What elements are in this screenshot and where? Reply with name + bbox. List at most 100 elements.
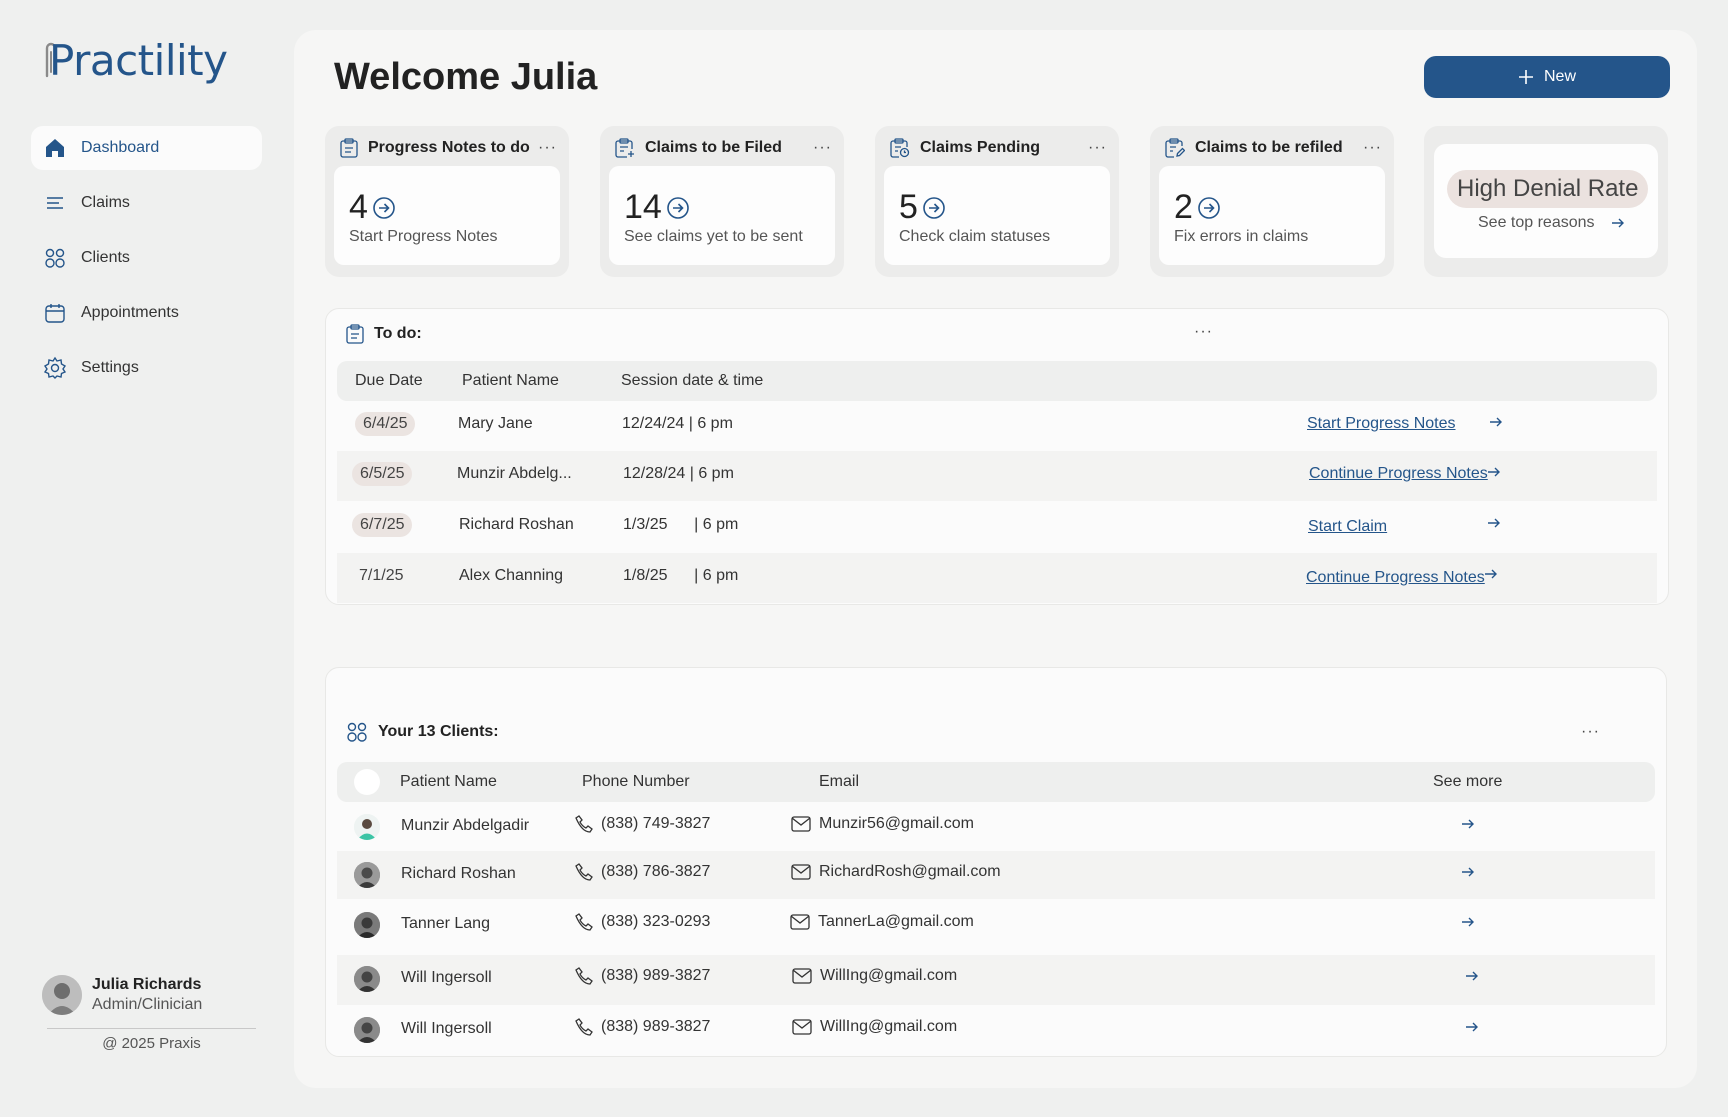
see-top-reasons-link[interactable]: See top reasons (1478, 214, 1625, 232)
arrow-right-icon[interactable] (1489, 416, 1503, 428)
profile-name: Julia Richards (92, 976, 202, 993)
column-header: Due Date (355, 372, 423, 389)
sidebar: Practility Dashboard Claims Clients Appo… (0, 0, 294, 1117)
client-name: Will Ingersoll (401, 969, 492, 986)
clipboard-edit-icon (1165, 138, 1185, 158)
client-name: Will Ingersoll (401, 1020, 492, 1037)
avatar (354, 862, 380, 888)
session-time: 1/8/25 | 6 pm (623, 567, 739, 584)
stat-card-claims-pending[interactable]: Claims Pending ··· 5 Check claim statuse… (875, 126, 1119, 277)
list-icon (43, 191, 67, 215)
sidebar-item-label: Appointments (81, 304, 179, 321)
sidebar-item-appointments[interactable]: Appointments (31, 291, 262, 335)
arrow-circle-icon[interactable] (666, 196, 690, 220)
client-email: WillIng@gmail.com (820, 967, 958, 984)
arrow-circle-icon[interactable] (1197, 196, 1221, 220)
stat-value: 4 (349, 188, 368, 226)
patient-name: Munzir Abdelg... (457, 465, 572, 482)
denial-sub-label: See top reasons (1478, 214, 1595, 231)
arrow-circle-icon[interactable] (372, 196, 396, 220)
session-time: 1/3/25 | 6 pm (623, 516, 739, 533)
todo-panel: To do: ··· Due Date Patient Name Session… (325, 308, 1669, 605)
table-row[interactable]: 6/7/25 Richard Roshan 1/3/25 | 6 pm Star… (337, 502, 1657, 552)
mail-icon (792, 968, 812, 984)
more-options-icon[interactable]: ··· (1363, 139, 1382, 157)
stat-card-claims-to-file[interactable]: Claims to be Filed ··· 14 See claims yet… (600, 126, 844, 277)
row-action-link[interactable]: Continue Progress Notes (1309, 465, 1488, 483)
arrow-right-icon[interactable] (1465, 1021, 1479, 1033)
stat-card-progress-notes[interactable]: Progress Notes to do ··· 4 Start Progres… (325, 126, 569, 277)
mail-icon (792, 1019, 812, 1035)
row-action-link[interactable]: Continue Progress Notes (1306, 569, 1485, 587)
table-row[interactable]: 7/1/25 Alex Channing 1/8/25 | 6 pm Conti… (337, 553, 1657, 603)
due-date: 6/5/25 (352, 462, 413, 486)
column-header: Email (819, 773, 860, 790)
new-button-label: New (1543, 68, 1576, 85)
todo-title: To do: (374, 325, 422, 342)
more-options-icon[interactable]: ··· (1581, 723, 1600, 741)
sidebar-item-label: Clients (81, 249, 130, 266)
sidebar-item-label: Dashboard (81, 139, 160, 156)
table-row[interactable]: Tanner Lang (838) 323-0293 TannerLa@gmai… (337, 901, 1655, 953)
arrow-right-icon (1611, 217, 1625, 229)
page-title: Welcome Julia (334, 56, 598, 98)
arrow-right-icon[interactable] (1484, 568, 1498, 580)
sidebar-nav: Dashboard Claims Clients Appointments Se… (31, 126, 262, 401)
sidebar-item-settings[interactable]: Settings (31, 346, 262, 390)
client-name: Munzir Abdelgadir (401, 817, 530, 834)
sidebar-item-claims[interactable]: Claims (31, 181, 262, 225)
sidebar-item-dashboard[interactable]: Dashboard (31, 126, 262, 170)
client-email: WillIng@gmail.com (820, 1018, 958, 1035)
client-phone: (838) 749-3827 (601, 815, 711, 832)
stat-card-denial-rate[interactable]: High Denial Rate See top reasons (1424, 126, 1668, 277)
divider (47, 1028, 256, 1029)
row-action-link[interactable]: Start Claim (1308, 518, 1387, 536)
row-action-link[interactable]: Start Progress Notes (1307, 415, 1456, 433)
new-button[interactable]: New (1424, 56, 1670, 98)
stat-card-claims-refiled[interactable]: Claims to be refiled ··· 2 Fix errors in… (1150, 126, 1394, 277)
column-header: Patient Name (462, 372, 559, 389)
arrow-right-icon[interactable] (1461, 916, 1475, 928)
client-phone: (838) 323-0293 (601, 913, 711, 930)
gear-icon (43, 356, 67, 380)
stat-title: Claims to be Filed (645, 139, 782, 156)
avatar (354, 1017, 380, 1043)
arrow-right-icon[interactable] (1465, 970, 1479, 982)
stat-value: 5 (899, 188, 918, 226)
more-options-icon[interactable]: ··· (813, 139, 832, 157)
stat-title: Claims to be refiled (1195, 139, 1343, 156)
table-row[interactable]: 6/5/25 Munzir Abdelg... 12/28/24 | 6 pm … (337, 451, 1657, 501)
arrow-circle-icon[interactable] (922, 196, 946, 220)
column-header: See more (1433, 773, 1503, 790)
patient-name: Richard Roshan (459, 516, 574, 533)
table-row[interactable]: Will Ingersoll (838) 989-3827 WillIng@gm… (337, 955, 1655, 1005)
mail-icon (790, 914, 810, 930)
more-options-icon[interactable]: ··· (1194, 323, 1213, 341)
arrow-right-icon[interactable] (1487, 517, 1501, 529)
select-all-checkbox[interactable] (354, 769, 380, 795)
table-row[interactable]: 6/4/25 Mary Jane 12/24/24 | 6 pm Start P… (337, 401, 1657, 451)
more-options-icon[interactable]: ··· (1088, 139, 1107, 157)
clipboard-list-icon (340, 138, 358, 158)
table-row[interactable]: Will Ingersoll (838) 989-3827 WillIng@gm… (337, 1006, 1655, 1054)
client-phone: (838) 989-3827 (601, 967, 711, 984)
sidebar-item-clients[interactable]: Clients (31, 236, 262, 280)
arrow-right-icon[interactable] (1487, 466, 1501, 478)
logo-text: Practility (49, 36, 228, 85)
client-phone: (838) 989-3827 (601, 1018, 711, 1035)
stat-subtitle: Start Progress Notes (349, 228, 498, 245)
session-time: 12/24/24 | 6 pm (622, 415, 733, 432)
stat-subtitle: See claims yet to be sent (624, 228, 803, 245)
arrow-right-icon[interactable] (1461, 818, 1475, 830)
arrow-right-icon[interactable] (1461, 866, 1475, 878)
patient-name: Mary Jane (458, 415, 533, 432)
mail-icon (791, 816, 811, 832)
table-row[interactable]: Richard Roshan (838) 786-3827 RichardRos… (337, 851, 1655, 899)
users-icon (43, 246, 67, 270)
table-row[interactable]: Munzir Abdelgadir (838) 749-3827 Munzir5… (337, 803, 1655, 851)
user-profile[interactable]: Julia Richards Admin/Clinician (42, 975, 202, 1015)
more-options-icon[interactable]: ··· (538, 139, 557, 157)
home-icon (43, 136, 67, 160)
mail-icon (791, 864, 811, 880)
logo[interactable]: Practility (44, 36, 228, 85)
